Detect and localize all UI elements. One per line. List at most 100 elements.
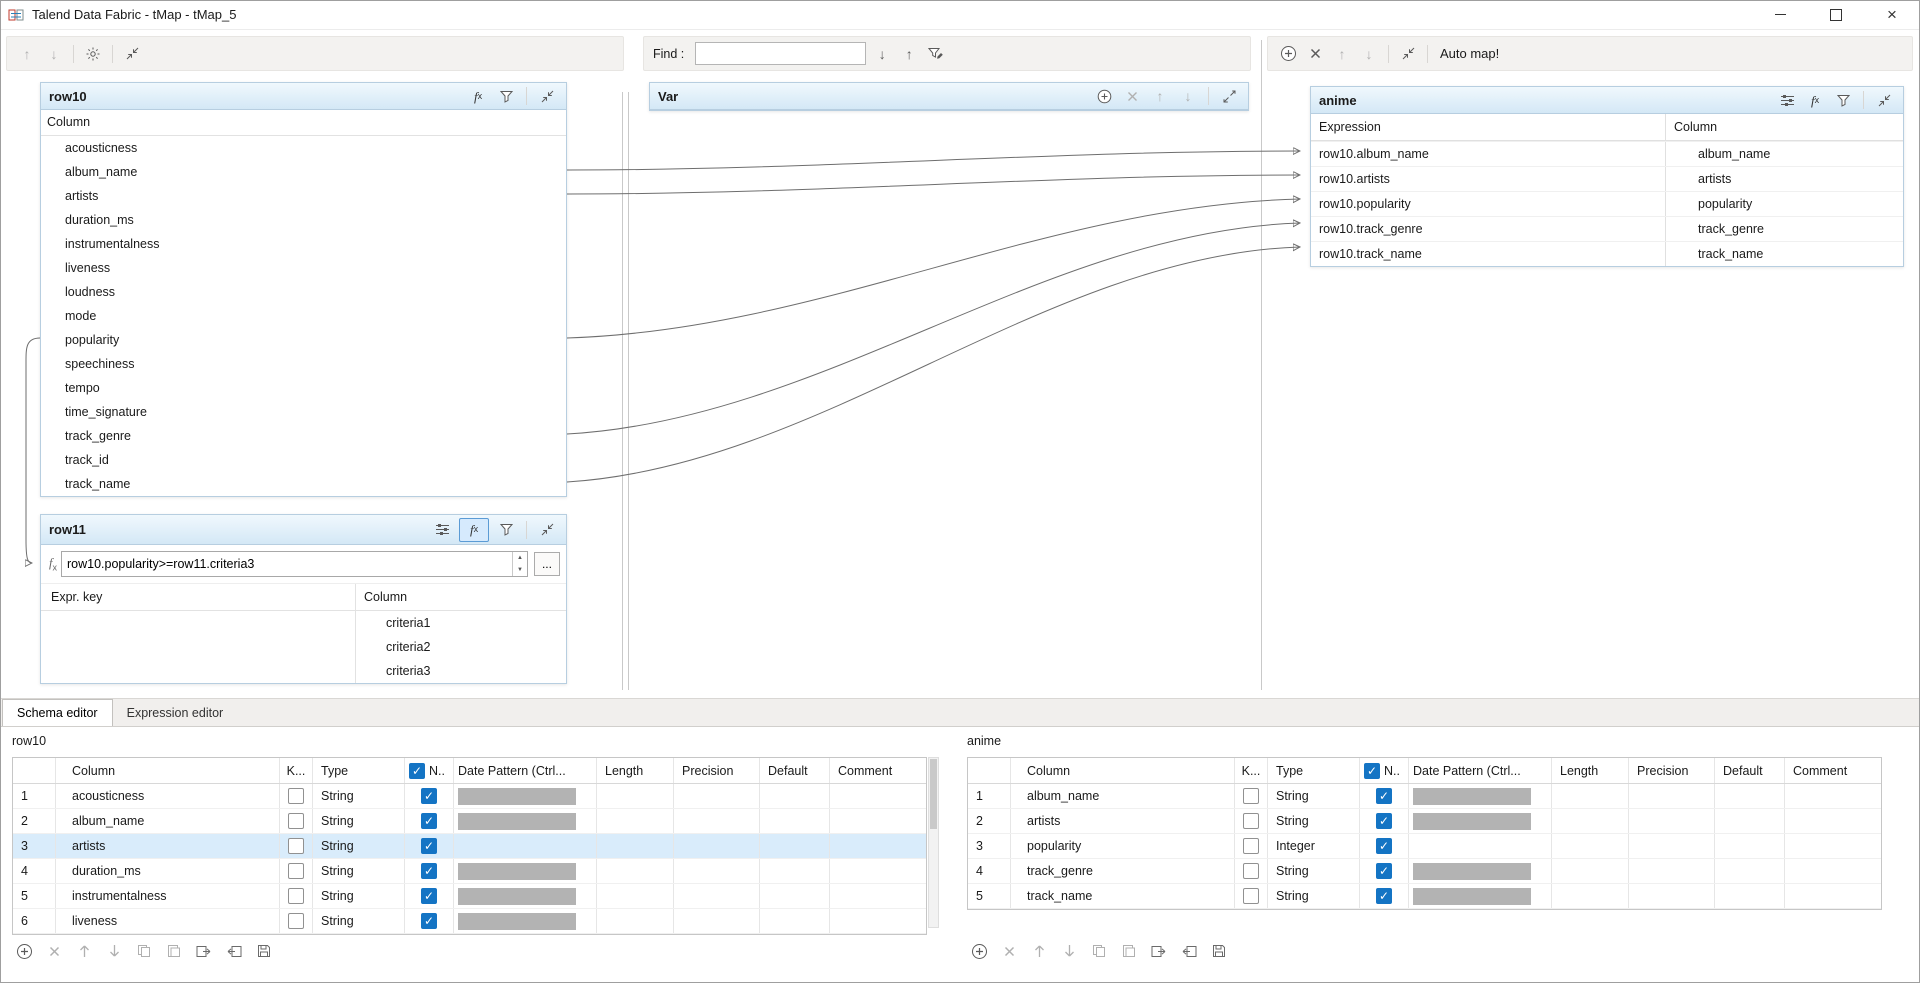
schema-row[interactable]: 4 track_genre String ✓ bbox=[968, 859, 1881, 884]
type-cell[interactable]: String bbox=[313, 809, 405, 833]
minimize-all-icon[interactable] bbox=[1397, 43, 1419, 65]
add-column-button[interactable] bbox=[12, 939, 36, 963]
settings-gear-icon[interactable] bbox=[82, 43, 104, 65]
add-column-button[interactable] bbox=[967, 939, 991, 963]
expression-spinner[interactable]: ▲▼ bbox=[512, 552, 527, 576]
default-cell[interactable] bbox=[760, 834, 830, 858]
column-name-cell[interactable]: track_genre bbox=[1011, 859, 1235, 883]
anime-mapping-row[interactable]: row10.artists artists bbox=[1311, 166, 1903, 191]
length-cell[interactable] bbox=[1552, 784, 1629, 808]
precision-cell[interactable] bbox=[674, 784, 760, 808]
panel-sash[interactable] bbox=[622, 92, 623, 690]
precision-cell[interactable] bbox=[674, 909, 760, 933]
column-name-cell[interactable]: instrumentalness bbox=[56, 884, 280, 908]
column-filter-icon[interactable] bbox=[495, 519, 517, 541]
schema-row[interactable]: 3 artists String ✓ bbox=[13, 834, 926, 859]
row10-column-item[interactable]: time_signature bbox=[41, 400, 566, 424]
tab-expression-editor[interactable]: Expression editor bbox=[113, 700, 238, 726]
column-name-cell[interactable]: popularity bbox=[1011, 834, 1235, 858]
type-cell[interactable]: String bbox=[1268, 884, 1360, 908]
row11-column-item[interactable]: criteria2 bbox=[41, 635, 566, 659]
row10-column-item[interactable]: tempo bbox=[41, 376, 566, 400]
key-checkbox[interactable] bbox=[1243, 788, 1259, 804]
nullable-checkbox[interactable]: ✓ bbox=[1376, 888, 1392, 904]
length-cell[interactable] bbox=[597, 884, 674, 908]
nullable-all-checkbox[interactable]: ✓ bbox=[1364, 763, 1380, 779]
type-cell[interactable]: String bbox=[1268, 809, 1360, 833]
minimize-button[interactable] bbox=[1752, 0, 1808, 29]
nullable-checkbox[interactable]: ✓ bbox=[1376, 838, 1392, 854]
expression-filter-icon[interactable]: fx bbox=[467, 85, 489, 107]
column-name-cell[interactable]: album_name bbox=[1011, 784, 1235, 808]
nullable-checkbox[interactable]: ✓ bbox=[421, 863, 437, 879]
length-cell[interactable] bbox=[597, 909, 674, 933]
row11-filter-expression-input[interactable] bbox=[62, 552, 512, 576]
length-cell[interactable] bbox=[1552, 859, 1629, 883]
row11-column-item[interactable]: criteria3 bbox=[41, 659, 566, 683]
row10-column-item[interactable]: track_genre bbox=[41, 424, 566, 448]
comment-cell[interactable] bbox=[830, 809, 926, 833]
schema-row[interactable]: 2 artists String ✓ bbox=[968, 809, 1881, 834]
column-name-cell[interactable]: artists bbox=[1011, 809, 1235, 833]
export-schema-button[interactable] bbox=[192, 939, 216, 963]
copy-button[interactable] bbox=[1087, 939, 1111, 963]
column-name-cell[interactable]: artists bbox=[56, 834, 280, 858]
schema-row[interactable]: 1 acousticness String ✓ bbox=[13, 784, 926, 809]
panel-sash[interactable] bbox=[628, 92, 629, 690]
default-cell[interactable] bbox=[1715, 834, 1785, 858]
precision-cell[interactable] bbox=[1629, 809, 1715, 833]
comment-cell[interactable] bbox=[1785, 834, 1881, 858]
nullable-checkbox[interactable]: ✓ bbox=[1376, 813, 1392, 829]
nullable-checkbox[interactable]: ✓ bbox=[1376, 863, 1392, 879]
comment-cell[interactable] bbox=[830, 859, 926, 883]
schema-row[interactable]: 2 album_name String ✓ bbox=[13, 809, 926, 834]
default-cell[interactable] bbox=[1715, 809, 1785, 833]
expression-filter-icon[interactable]: fx bbox=[459, 518, 489, 542]
remove-var-icon[interactable] bbox=[1121, 85, 1143, 107]
column-name-cell[interactable]: album_name bbox=[56, 809, 280, 833]
type-cell[interactable]: String bbox=[313, 834, 405, 858]
row10-column-item[interactable]: instrumentalness bbox=[41, 232, 566, 256]
schema-row[interactable]: 4 duration_ms String ✓ bbox=[13, 859, 926, 884]
move-up-icon[interactable]: ↑ bbox=[16, 43, 38, 65]
row10-column-item[interactable]: speechiness bbox=[41, 352, 566, 376]
length-cell[interactable] bbox=[597, 784, 674, 808]
expression-filter-icon[interactable]: fx bbox=[1804, 89, 1826, 111]
type-cell[interactable]: String bbox=[313, 909, 405, 933]
key-checkbox[interactable] bbox=[288, 788, 304, 804]
column-name-cell[interactable]: track_name bbox=[1011, 884, 1235, 908]
expr-key-cell[interactable] bbox=[41, 659, 356, 683]
schema-row[interactable]: 6 liveness String ✓ bbox=[13, 909, 926, 934]
comment-cell[interactable] bbox=[830, 909, 926, 933]
comment-cell[interactable] bbox=[830, 784, 926, 808]
default-cell[interactable] bbox=[1715, 884, 1785, 908]
key-checkbox[interactable] bbox=[288, 863, 304, 879]
expr-key-cell[interactable] bbox=[41, 611, 356, 635]
move-up-icon[interactable]: ↑ bbox=[1331, 43, 1353, 65]
length-cell[interactable] bbox=[597, 859, 674, 883]
tmap-settings-icon[interactable] bbox=[1776, 89, 1798, 111]
precision-cell[interactable] bbox=[1629, 884, 1715, 908]
default-cell[interactable] bbox=[760, 909, 830, 933]
import-schema-button[interactable] bbox=[222, 939, 246, 963]
precision-cell[interactable] bbox=[1629, 834, 1715, 858]
schema-row[interactable]: 1 album_name String ✓ bbox=[968, 784, 1881, 809]
length-cell[interactable] bbox=[1552, 809, 1629, 833]
mapping-expression-cell[interactable]: row10.popularity bbox=[1311, 192, 1666, 216]
nullable-checkbox[interactable]: ✓ bbox=[421, 788, 437, 804]
nullable-checkbox[interactable]: ✓ bbox=[1376, 788, 1392, 804]
spinner-up-icon[interactable]: ▲ bbox=[513, 552, 527, 564]
export-schema-button[interactable] bbox=[1147, 939, 1171, 963]
row10-column-item[interactable]: loudness bbox=[41, 280, 566, 304]
comment-cell[interactable] bbox=[830, 884, 926, 908]
row10-column-item[interactable]: track_name bbox=[41, 472, 566, 496]
precision-cell[interactable] bbox=[674, 859, 760, 883]
var-header[interactable]: Var ↑ ↓ bbox=[650, 83, 1248, 110]
schema-row[interactable]: 5 instrumentalness String ✓ bbox=[13, 884, 926, 909]
key-checkbox[interactable] bbox=[288, 913, 304, 929]
import-schema-button[interactable] bbox=[1177, 939, 1201, 963]
mapping-expression-cell[interactable]: row10.track_genre bbox=[1311, 217, 1666, 241]
precision-cell[interactable] bbox=[1629, 859, 1715, 883]
key-checkbox[interactable] bbox=[288, 813, 304, 829]
type-cell[interactable]: String bbox=[313, 859, 405, 883]
